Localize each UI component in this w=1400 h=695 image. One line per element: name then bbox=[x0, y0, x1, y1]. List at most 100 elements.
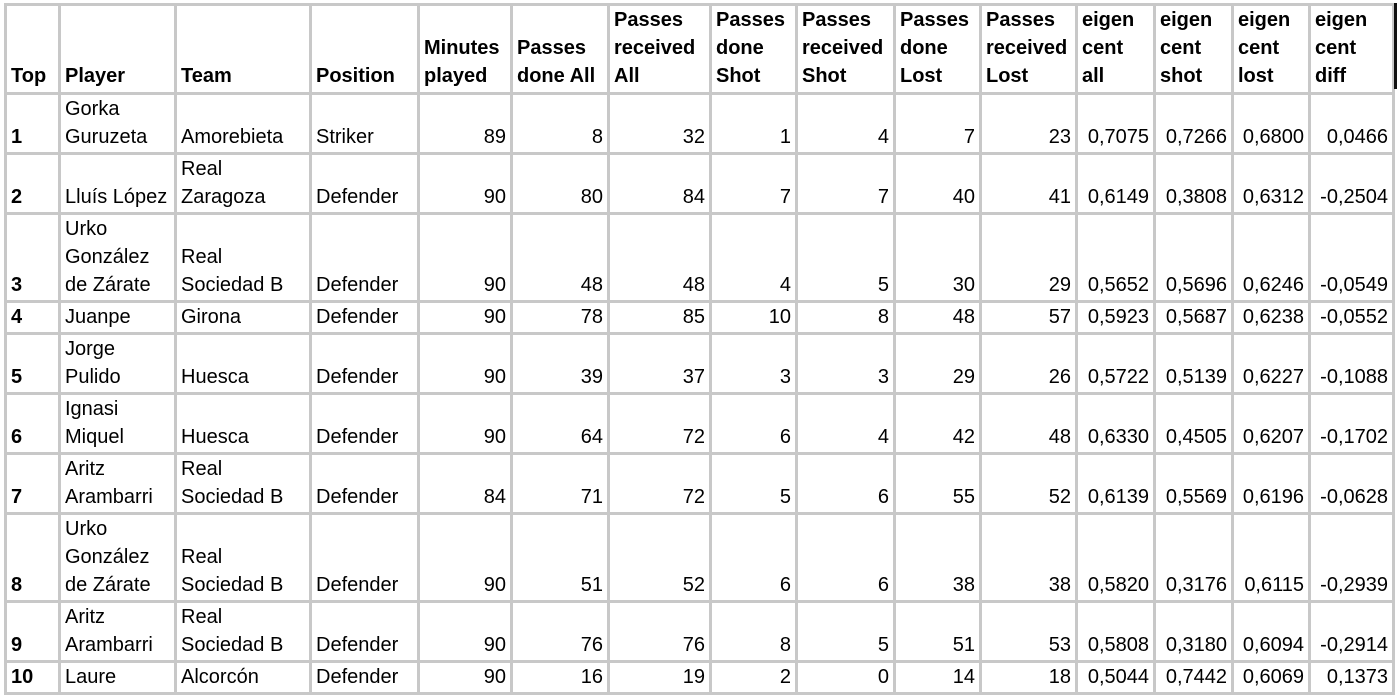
cell-passes-received-all[interactable]: 19 bbox=[607, 660, 712, 695]
cell-position[interactable]: Defender bbox=[309, 152, 420, 215]
cell-passes-done-lost[interactable]: 14 bbox=[893, 660, 982, 695]
cell-passes-done-lost[interactable]: 42 bbox=[893, 392, 982, 455]
cell-position[interactable]: Defender bbox=[309, 212, 420, 303]
cell-rank[interactable]: 1 bbox=[4, 92, 61, 155]
cell-eigen-cent-diff[interactable]: -0,1702 bbox=[1308, 392, 1395, 455]
cell-minutes-played[interactable]: 90 bbox=[417, 512, 513, 603]
cell-eigen-cent-lost[interactable]: 0,6196 bbox=[1231, 452, 1311, 515]
cell-team[interactable]: Real Sociedad B bbox=[174, 452, 312, 515]
cell-passes-received-all[interactable]: 76 bbox=[607, 600, 712, 663]
cell-rank[interactable]: 3 bbox=[4, 212, 61, 303]
cell-eigen-cent-all[interactable]: 0,7075 bbox=[1075, 92, 1156, 155]
cell-eigen-cent-lost[interactable]: 0,6115 bbox=[1231, 512, 1311, 603]
cell-eigen-cent-lost[interactable]: 0,6312 bbox=[1231, 152, 1311, 215]
cell-passes-received-lost[interactable]: 52 bbox=[979, 452, 1078, 515]
cell-passes-done-shot[interactable]: 3 bbox=[709, 332, 798, 395]
cell-rank[interactable]: 7 bbox=[4, 452, 61, 515]
cell-eigen-cent-lost[interactable]: 0,6800 bbox=[1231, 92, 1311, 155]
cell-position[interactable]: Defender bbox=[309, 660, 420, 695]
cell-minutes-played[interactable]: 90 bbox=[417, 152, 513, 215]
cell-eigen-cent-shot[interactable]: 0,4505 bbox=[1153, 392, 1234, 455]
cell-passes-received-lost[interactable]: 38 bbox=[979, 512, 1078, 603]
cell-team[interactable]: Real Zaragoza bbox=[174, 152, 312, 215]
cell-minutes-played[interactable]: 90 bbox=[417, 332, 513, 395]
cell-eigen-cent-all[interactable]: 0,5808 bbox=[1075, 600, 1156, 663]
cell-passes-done-all[interactable]: 39 bbox=[510, 332, 610, 395]
cell-eigen-cent-all[interactable]: 0,6330 bbox=[1075, 392, 1156, 455]
cell-eigen-cent-all[interactable]: 0,5722 bbox=[1075, 332, 1156, 395]
cell-passes-received-shot[interactable]: 8 bbox=[795, 300, 896, 335]
cell-player[interactable]: Jorge Pulido bbox=[58, 332, 177, 395]
cell-player[interactable]: Aritz Arambarri bbox=[58, 600, 177, 663]
cell-player[interactable]: Urko González de Zárate bbox=[58, 212, 177, 303]
cell-minutes-played[interactable]: 90 bbox=[417, 212, 513, 303]
cell-eigen-cent-shot[interactable]: 0,5139 bbox=[1153, 332, 1234, 395]
cell-passes-done-shot[interactable]: 2 bbox=[709, 660, 798, 695]
cell-rank[interactable]: 8 bbox=[4, 512, 61, 603]
cell-player[interactable]: Gorka Guruzeta bbox=[58, 92, 177, 155]
cell-passes-received-shot[interactable]: 5 bbox=[795, 212, 896, 303]
cell-position[interactable]: Defender bbox=[309, 392, 420, 455]
cell-rank[interactable]: 5 bbox=[4, 332, 61, 395]
cell-passes-done-all[interactable]: 76 bbox=[510, 600, 610, 663]
cell-passes-done-lost[interactable]: 51 bbox=[893, 600, 982, 663]
cell-eigen-cent-shot[interactable]: 0,3176 bbox=[1153, 512, 1234, 603]
cell-passes-received-lost[interactable]: 26 bbox=[979, 332, 1078, 395]
cell-passes-received-shot[interactable]: 6 bbox=[795, 452, 896, 515]
cell-team[interactable]: Girona bbox=[174, 300, 312, 335]
cell-eigen-cent-diff[interactable]: -0,0628 bbox=[1308, 452, 1395, 515]
cell-eigen-cent-shot[interactable]: 0,7442 bbox=[1153, 660, 1234, 695]
cell-passes-received-lost[interactable]: 18 bbox=[979, 660, 1078, 695]
cell-passes-done-lost[interactable]: 7 bbox=[893, 92, 982, 155]
cell-passes-done-all[interactable]: 78 bbox=[510, 300, 610, 335]
cell-passes-done-shot[interactable]: 7 bbox=[709, 152, 798, 215]
cell-eigen-cent-shot[interactable]: 0,5687 bbox=[1153, 300, 1234, 335]
cell-player[interactable]: Aritz Arambarri bbox=[58, 452, 177, 515]
cell-passes-done-all[interactable]: 8 bbox=[510, 92, 610, 155]
cell-passes-done-lost[interactable]: 29 bbox=[893, 332, 982, 395]
cell-passes-received-shot[interactable]: 4 bbox=[795, 92, 896, 155]
cell-team[interactable]: Real Sociedad B bbox=[174, 512, 312, 603]
cell-passes-received-all[interactable]: 32 bbox=[607, 92, 712, 155]
cell-position[interactable]: Defender bbox=[309, 512, 420, 603]
cell-passes-received-lost[interactable]: 48 bbox=[979, 392, 1078, 455]
cell-player[interactable]: Ignasi Miquel bbox=[58, 392, 177, 455]
cell-passes-done-all[interactable]: 51 bbox=[510, 512, 610, 603]
column-resize-handle[interactable] bbox=[1394, 3, 1397, 89]
cell-player[interactable]: Urko González de Zárate bbox=[58, 512, 177, 603]
cell-eigen-cent-lost[interactable]: 0,6227 bbox=[1231, 332, 1311, 395]
cell-eigen-cent-diff[interactable]: -0,0549 bbox=[1308, 212, 1395, 303]
cell-minutes-played[interactable]: 90 bbox=[417, 660, 513, 695]
cell-passes-received-all[interactable]: 72 bbox=[607, 452, 712, 515]
cell-rank[interactable]: 9 bbox=[4, 600, 61, 663]
cell-eigen-cent-all[interactable]: 0,5652 bbox=[1075, 212, 1156, 303]
cell-passes-done-all[interactable]: 71 bbox=[510, 452, 610, 515]
cell-eigen-cent-all[interactable]: 0,5044 bbox=[1075, 660, 1156, 695]
cell-player[interactable]: Lluís López bbox=[58, 152, 177, 215]
cell-passes-done-shot[interactable]: 6 bbox=[709, 512, 798, 603]
cell-eigen-cent-shot[interactable]: 0,3180 bbox=[1153, 600, 1234, 663]
cell-position[interactable]: Defender bbox=[309, 452, 420, 515]
cell-passes-done-all[interactable]: 48 bbox=[510, 212, 610, 303]
cell-position[interactable]: Defender bbox=[309, 332, 420, 395]
cell-passes-done-shot[interactable]: 10 bbox=[709, 300, 798, 335]
cell-minutes-played[interactable]: 89 bbox=[417, 92, 513, 155]
cell-passes-done-shot[interactable]: 1 bbox=[709, 92, 798, 155]
cell-passes-done-lost[interactable]: 48 bbox=[893, 300, 982, 335]
cell-passes-done-lost[interactable]: 40 bbox=[893, 152, 982, 215]
cell-position[interactable]: Defender bbox=[309, 300, 420, 335]
cell-passes-received-lost[interactable]: 57 bbox=[979, 300, 1078, 335]
cell-eigen-cent-lost[interactable]: 0,6246 bbox=[1231, 212, 1311, 303]
cell-rank[interactable]: 6 bbox=[4, 392, 61, 455]
cell-eigen-cent-shot[interactable]: 0,5569 bbox=[1153, 452, 1234, 515]
cell-passes-received-shot[interactable]: 5 bbox=[795, 600, 896, 663]
cell-eigen-cent-diff[interactable]: 0,0466 bbox=[1308, 92, 1395, 155]
cell-rank[interactable]: 10 bbox=[4, 660, 61, 695]
cell-eigen-cent-diff[interactable]: -0,0552 bbox=[1308, 300, 1395, 335]
cell-passes-received-all[interactable]: 85 bbox=[607, 300, 712, 335]
cell-eigen-cent-shot[interactable]: 0,5696 bbox=[1153, 212, 1234, 303]
cell-team[interactable]: Huesca bbox=[174, 392, 312, 455]
cell-passes-done-shot[interactable]: 5 bbox=[709, 452, 798, 515]
cell-eigen-cent-all[interactable]: 0,6139 bbox=[1075, 452, 1156, 515]
cell-passes-done-all[interactable]: 80 bbox=[510, 152, 610, 215]
